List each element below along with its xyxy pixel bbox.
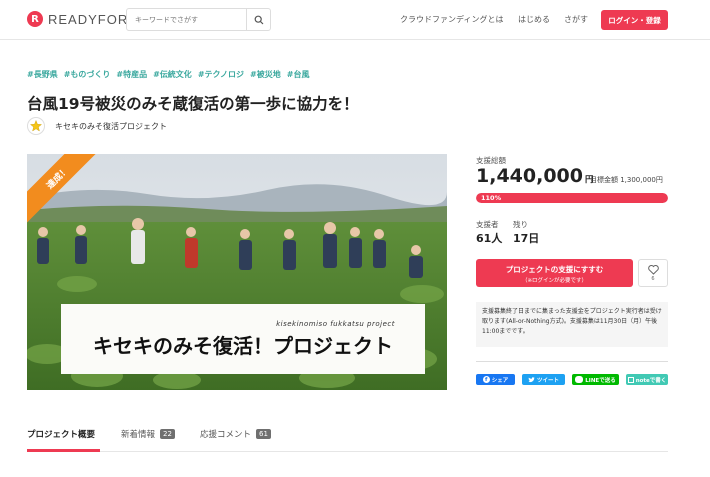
total-amount: 1,440,000 円 — [476, 165, 594, 187]
achievement-badge: 達成！ — [27, 154, 107, 228]
tab-comments-count: 61 — [256, 429, 271, 439]
progress-bar: 110% — [476, 193, 668, 203]
remaining-label: 残り — [513, 220, 528, 229]
owner-name: キセキのみそ復活プロジェクト — [55, 121, 167, 131]
support-button-label: プロジェクトの支援にすすむ — [505, 265, 604, 274]
search-icon — [254, 15, 264, 24]
tag-link[interactable]: #長野県 — [27, 69, 58, 80]
tabs-divider — [27, 451, 668, 452]
logo-mark: R — [27, 11, 43, 27]
signboard-subtitle: kisekinomiso fukkatsu project — [276, 319, 395, 328]
line-label: LINEで送る — [585, 377, 616, 384]
supporters-count: 61人 — [476, 232, 503, 245]
tweet-label: ツイート — [536, 377, 559, 384]
achievement-badge-wrap: 達成！ — [27, 154, 107, 234]
tab-comments[interactable]: 応援コメント 61 — [200, 428, 271, 440]
favorite-button[interactable]: 6 — [638, 259, 668, 287]
nav-about[interactable]: クラウドファンディングとは — [400, 14, 503, 25]
nav-start[interactable]: はじめる — [518, 14, 550, 25]
owner-avatar — [27, 117, 45, 135]
project-owner[interactable]: キセキのみそ復活プロジェクト — [27, 117, 167, 135]
line-icon — [575, 376, 584, 383]
favorite-count: 6 — [651, 275, 655, 282]
line-share-button[interactable]: LINEで送る — [572, 374, 619, 385]
progress-fill — [476, 193, 668, 203]
note-share-button[interactable]: noteで書く — [626, 374, 668, 385]
twitter-bird-icon — [528, 376, 535, 382]
star-icon — [30, 120, 42, 132]
share-label: シェア — [491, 377, 509, 384]
tab-news-count: 22 — [160, 429, 175, 439]
tag-link[interactable]: #特産品 — [116, 69, 147, 80]
nav-search[interactable]: さがす — [564, 14, 588, 25]
login-button[interactable]: ログイン・登録 — [601, 10, 668, 30]
goal-amount: 目標金額 1,300,000円 — [590, 176, 663, 184]
active-tab-indicator — [27, 449, 100, 452]
tag-link[interactable]: #テクノロジ — [198, 69, 244, 80]
site-header: R READYFOR クラウドファンディングとは はじめる さがす ログイン・登… — [0, 0, 710, 40]
funding-notice: 支援募集終了日までに集まった支援金をプロジェクト実行者は受け取ります(All-o… — [476, 302, 668, 347]
heart-icon — [647, 264, 659, 275]
search-box — [126, 8, 271, 31]
tab-news-label: 新着情報 — [121, 430, 156, 440]
project-main-image[interactable]: kisekinomiso fukkatsu project キセキのみそ復活！プ… — [27, 154, 447, 390]
site-logo[interactable]: R READYFOR — [27, 11, 128, 27]
tag-link[interactable]: #被災地 — [250, 69, 281, 80]
project-signboard: kisekinomiso fukkatsu project キセキのみそ復活！プ… — [61, 304, 425, 374]
project-title: 台風19号被災のみそ蔵復活の第一歩に協力を！ — [27, 95, 359, 113]
tab-news[interactable]: 新着情報 22 — [121, 428, 175, 440]
tab-comments-label: 応援コメント — [200, 430, 252, 440]
note-label: noteで書く — [635, 377, 667, 384]
tab-overview[interactable]: プロジェクト概要 — [27, 428, 95, 440]
facebook-icon: f — [482, 376, 490, 383]
search-input[interactable] — [127, 9, 247, 30]
remaining-days: 17日 — [513, 232, 540, 245]
note-icon — [627, 376, 634, 383]
tag-link[interactable]: #台風 — [287, 69, 310, 80]
total-amount-value: 1,440,000 — [476, 165, 583, 187]
logo-text: READYFOR — [48, 11, 129, 27]
facebook-share-button[interactable]: f シェア — [476, 374, 515, 385]
supporters-label: 支援者 — [476, 220, 499, 229]
tag-link[interactable]: #ものづくり — [64, 69, 111, 80]
twitter-share-button[interactable]: ツイート — [522, 374, 565, 385]
support-button[interactable]: プロジェクトの支援にすすむ （※ログインが必要です） — [476, 259, 633, 287]
search-button[interactable] — [246, 9, 270, 30]
tag-link[interactable]: #伝統文化 — [153, 69, 192, 80]
tab-overview-label: プロジェクト概要 — [27, 430, 96, 440]
tag-list: #長野県 #ものづくり #特産品 #伝統文化 #テクノロジ #被災地 #台風 — [27, 69, 309, 80]
progress-label: 110% — [481, 194, 502, 202]
support-button-note: （※ログインが必要です） — [521, 278, 588, 284]
signboard-title: キセキのみそ復活！プロジェクト — [93, 333, 393, 358]
divider — [476, 361, 668, 362]
